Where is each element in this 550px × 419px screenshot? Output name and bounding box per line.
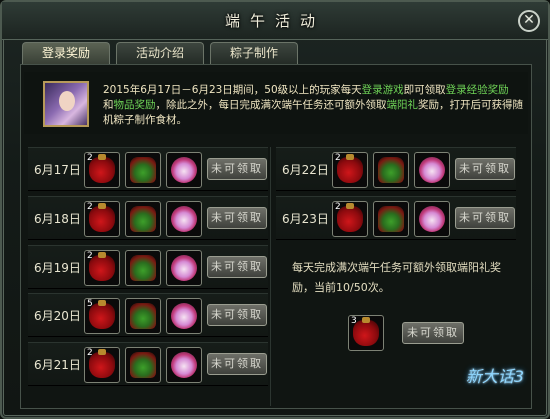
item-slot-rice[interactable] (414, 201, 450, 237)
reward-row-6-21: 6月21日 2 未可领取 (28, 342, 268, 386)
rice-bowl-icon (171, 303, 197, 329)
item-slot-red-bag[interactable]: 2 (84, 347, 120, 383)
reward-row-6-20: 6月20日 5 未可领取 (28, 293, 268, 337)
notice-text-part: 2015年6月17日－6月23日期间，50级以上的玩家每天 (103, 84, 362, 96)
item-slot-bonus-bag[interactable]: 3 (348, 315, 384, 351)
row-date: 6月19日 (34, 261, 81, 275)
notice-text-part: 即可领取 (403, 84, 446, 96)
red-bag-icon (337, 154, 363, 183)
item-slot-zongzi[interactable] (373, 152, 409, 188)
item-slot-zongzi[interactable] (125, 298, 161, 334)
zongzi-icon (130, 157, 156, 183)
item-slot-rice[interactable] (166, 201, 202, 237)
tab-event-intro[interactable]: 活动介绍 (116, 42, 204, 64)
claim-button[interactable]: 未可领取 (207, 207, 267, 229)
item-slot-zongzi[interactable] (125, 347, 161, 383)
rice-bowl-icon (171, 206, 197, 232)
zongzi-icon (130, 255, 156, 281)
red-bag-icon (353, 317, 379, 346)
item-slot-red-bag[interactable]: 2 (332, 152, 368, 188)
notice-text-part: ，除此之外，每日完成满次端午任务还可额外领取 (155, 99, 387, 111)
reward-row-6-23: 6月23日 2 未可领取 (276, 196, 516, 240)
item-slot-rice[interactable] (166, 152, 202, 188)
notice-highlight-login-game: 登录游戏 (361, 84, 404, 96)
character-avatar (43, 81, 89, 127)
reward-row-6-19: 6月19日 2 未可领取 (28, 245, 268, 289)
rice-bowl-icon (419, 157, 445, 183)
red-bag-icon (89, 252, 115, 281)
claim-button[interactable]: 未可领取 (207, 304, 267, 326)
item-slot-rice[interactable] (414, 152, 450, 188)
item-slot-red-bag[interactable]: 2 (84, 201, 120, 237)
reward-row-6-22: 6月22日 2 未可领取 (276, 147, 516, 191)
claim-button[interactable]: 未可领取 (207, 158, 267, 180)
event-window: 端午活动 ✕ 登录奖励 活动介绍 粽子制作 2015年6月17日－6月23日期间… (0, 0, 550, 419)
rice-bowl-icon (171, 255, 197, 281)
bonus-claim-button[interactable]: 未可领取 (402, 322, 464, 344)
item-slot-zongzi[interactable] (125, 250, 161, 286)
red-bag-icon (337, 203, 363, 232)
item-slot-zongzi[interactable] (125, 152, 161, 188)
row-date: 6月23日 (282, 212, 329, 226)
item-slot-red-bag[interactable]: 2 (84, 250, 120, 286)
close-icon[interactable]: ✕ (518, 10, 540, 32)
item-slot-red-bag[interactable]: 2 (332, 201, 368, 237)
red-bag-icon (89, 154, 115, 183)
row-date: 6月20日 (34, 309, 81, 323)
notice-highlight-item-reward: 物品奖励 (113, 99, 156, 111)
notice-text: 2015年6月17日－6月23日期间，50级以上的玩家每天登录游戏即可领取登录经… (103, 83, 523, 128)
window-title: 端午活动 (224, 12, 325, 30)
row-date: 6月17日 (34, 163, 81, 177)
game-logo: 新大话3 (465, 367, 525, 386)
column-divider (270, 147, 271, 406)
row-date: 6月22日 (282, 163, 329, 177)
claim-button[interactable]: 未可领取 (207, 256, 267, 278)
red-bag-icon (89, 203, 115, 232)
rice-bowl-icon (419, 206, 445, 232)
claim-button[interactable]: 未可领取 (207, 353, 267, 375)
title-bar[interactable]: 端午活动 ✕ (2, 2, 548, 40)
reward-row-6-17: 6月17日 2 未可领取 (28, 147, 268, 191)
claim-button[interactable]: 未可领取 (455, 158, 515, 180)
item-slot-rice[interactable] (166, 347, 202, 383)
row-date: 6月21日 (34, 358, 81, 372)
row-date: 6月18日 (34, 212, 81, 226)
claim-button[interactable]: 未可领取 (455, 207, 515, 229)
zongzi-icon (130, 352, 156, 378)
tab-login-reward[interactable]: 登录奖励 (22, 42, 110, 64)
red-bag-icon (89, 349, 115, 378)
item-slot-zongzi[interactable] (125, 201, 161, 237)
item-slot-rice[interactable] (166, 250, 202, 286)
notice-box: 2015年6月17日－6月23日期间，50级以上的玩家每天登录游戏即可领取登录经… (24, 72, 528, 134)
notice-highlight-login-exp: 登录经验奖励 (445, 84, 509, 96)
reward-row-6-18: 6月18日 2 未可领取 (28, 196, 268, 240)
item-slot-red-bag[interactable]: 2 (84, 152, 120, 188)
item-slot-rice[interactable] (166, 298, 202, 334)
notice-highlight-duanyang: 端阳礼 (386, 99, 419, 111)
notice-text-part: 和 (103, 99, 114, 111)
zongzi-icon (130, 206, 156, 232)
rice-bowl-icon (171, 157, 197, 183)
red-bag-icon (89, 300, 115, 329)
zongzi-icon (378, 206, 404, 232)
tab-zongzi-making[interactable]: 粽子制作 (210, 42, 298, 64)
rice-bowl-icon (171, 352, 197, 378)
bonus-info-text: 每天完成满次端午任务可额外领取端阳礼奖励，当前10/50次。 (292, 261, 501, 294)
zongzi-icon (130, 303, 156, 329)
item-slot-zongzi[interactable] (373, 201, 409, 237)
item-slot-red-bag[interactable]: 5 (84, 298, 120, 334)
zongzi-icon (378, 157, 404, 183)
